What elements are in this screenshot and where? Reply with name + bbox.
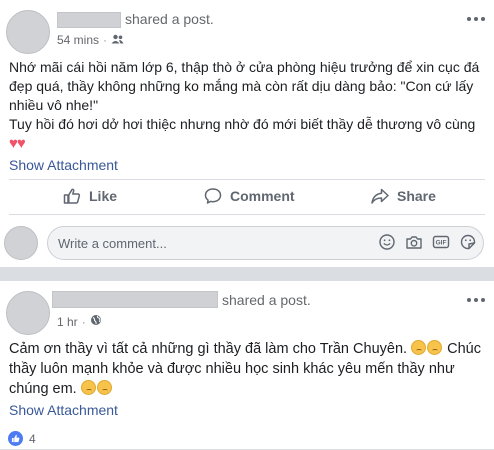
comment-icon	[204, 188, 222, 204]
post-body: Cảm ơn thầy vì tất cả những gì thầy đã l…	[9, 339, 484, 399]
author-name-obscured[interactable]	[57, 12, 121, 28]
sad-face-emoji	[427, 340, 443, 355]
comment-composer: GIF	[0, 226, 494, 260]
shared-label: shared a post.	[222, 292, 311, 308]
comment-input[interactable]	[58, 227, 358, 259]
crying-face-emoji	[96, 380, 112, 395]
sticker-icon[interactable]	[459, 233, 477, 251]
more-options-icon[interactable]	[464, 12, 488, 26]
svg-text:GIF: GIF	[436, 240, 447, 247]
post-text-line1: Nhớ mãi cái hồi năm lớp 6, thập thò ở cử…	[9, 59, 480, 113]
author-name-obscured[interactable]	[52, 291, 218, 308]
author-avatar[interactable]	[6, 291, 50, 335]
post-time[interactable]: 54 mins	[57, 33, 99, 47]
crying-face-emoji	[80, 380, 96, 395]
post-body: Nhớ mãi cái hồi năm lớp 6, thập thò ở cử…	[9, 58, 484, 153]
shared-label: shared a post.	[125, 11, 214, 27]
post-card-2: shared a post. 1 hr · Cảm ơn thầy vì tất…	[0, 281, 494, 450]
like-reaction-icon	[8, 431, 23, 446]
post-text-part1: Cảm ơn thầy vì tất cả những gì thầy đã l…	[9, 341, 412, 357]
comment-box[interactable]: GIF	[47, 226, 484, 260]
more-options-icon[interactable]	[464, 293, 488, 307]
post-text: Cảm ơn thầy vì tất cả những gì thầy đã l…	[9, 339, 484, 399]
post-meta: 54 mins ·	[57, 33, 124, 47]
hearts-emoji: ♥♥	[9, 135, 26, 152]
post-text-line2: Tuy hồi đó hơi dở hơi thiệc nhưng nhờ đó…	[9, 116, 476, 132]
reaction-summary[interactable]: 4	[8, 431, 36, 446]
share-button[interactable]: Share	[370, 186, 436, 206]
author-avatar[interactable]	[6, 10, 50, 54]
camera-icon[interactable]	[405, 233, 423, 251]
like-button[interactable]: Like	[62, 186, 117, 206]
comment-label: Comment	[230, 188, 295, 204]
gif-icon[interactable]: GIF	[432, 233, 450, 251]
post-meta: 1 hr ·	[57, 314, 102, 329]
friends-icon[interactable]	[111, 33, 124, 47]
show-attachment-link[interactable]: Show Attachment	[9, 402, 118, 418]
divider	[9, 179, 485, 180]
thumbs-up-icon	[63, 188, 81, 204]
share-label: Share	[397, 188, 436, 204]
emoji-icon[interactable]	[378, 233, 396, 251]
like-count: 4	[29, 431, 36, 446]
comment-button[interactable]: Comment	[203, 186, 295, 206]
current-user-avatar[interactable]	[4, 226, 38, 260]
like-label: Like	[89, 188, 118, 204]
share-icon	[371, 188, 389, 204]
globe-icon[interactable]	[90, 314, 102, 329]
sad-face-emoji	[411, 340, 427, 355]
post-card-1: shared a post. 54 mins · Nhớ mãi cái hồi…	[0, 0, 494, 268]
comment-tools: GIF	[378, 233, 477, 251]
show-attachment-link[interactable]: Show Attachment	[9, 157, 118, 173]
divider	[9, 214, 485, 215]
post-time[interactable]: 1 hr	[57, 315, 78, 329]
